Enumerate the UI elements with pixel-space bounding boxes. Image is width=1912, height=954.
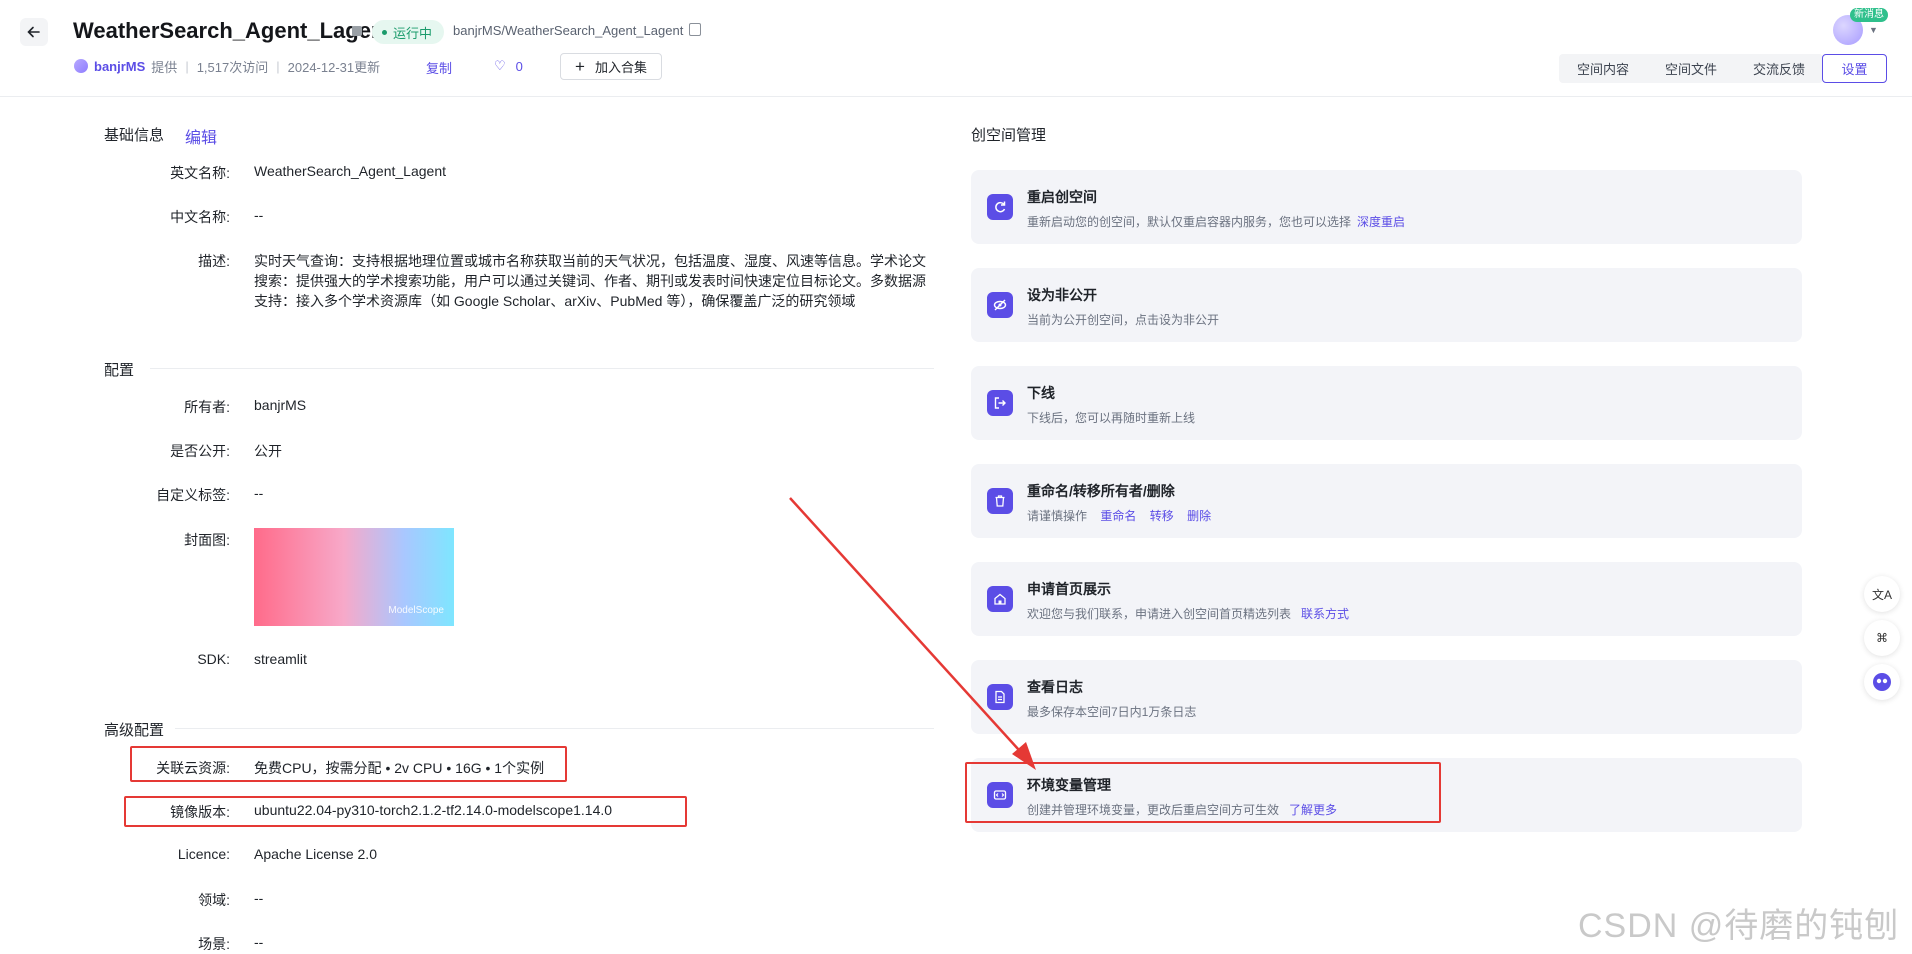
watermark: CSDN @待磨的钝刨 (1578, 907, 1900, 945)
assistant-icon[interactable] (1864, 664, 1900, 700)
translate-glyph: 文A (1871, 587, 1892, 602)
annotation-arrow (789, 497, 1036, 770)
translate-icon[interactable]: 文A (1864, 576, 1900, 612)
apps-glyph: ⌘ (1876, 631, 1888, 645)
apps-icon[interactable]: ⌘ (1864, 620, 1900, 656)
